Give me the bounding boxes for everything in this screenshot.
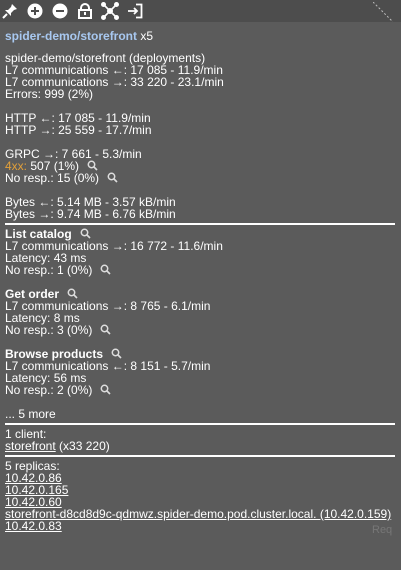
- search-icon[interactable]: [100, 384, 111, 395]
- more-endpoints-link[interactable]: ... 5 more: [5, 408, 397, 420]
- search-icon[interactable]: [67, 288, 78, 299]
- replicas-heading: 5 replicas:: [5, 459, 60, 473]
- divider: [5, 423, 395, 425]
- endpoint-no-resp: No resp.: 3 (0%): [5, 324, 397, 336]
- diagonal-decoration: [373, 2, 393, 22]
- replica-link[interactable]: 10.42.0.165: [5, 484, 397, 496]
- search-icon[interactable]: [107, 172, 118, 183]
- divider: [5, 455, 395, 457]
- replica-link[interactable]: 10.42.0.83: [5, 520, 397, 532]
- divider: [5, 223, 395, 225]
- endpoint-no-resp: No resp.: 1 (0%): [5, 264, 397, 276]
- toolbar: [0, 0, 401, 22]
- exit-icon[interactable]: [126, 2, 144, 20]
- summary-bytes-out: Bytes →: 9.74 MB - 6.76 kB/min: [5, 207, 176, 221]
- zoom-in-icon[interactable]: [26, 2, 44, 20]
- pin-icon[interactable]: [1, 2, 19, 20]
- client-link[interactable]: storefront: [5, 439, 56, 453]
- summary-no-resp: No resp.: 15 (0%): [5, 172, 397, 184]
- search-icon[interactable]: [87, 160, 98, 171]
- client-row: storefront (x33 220): [5, 440, 397, 452]
- service-link[interactable]: spider-demo/storefront: [5, 29, 137, 43]
- client-count: (x33 220): [55, 439, 110, 453]
- replica-link[interactable]: storefront-d8cd8d9c-qdmwz.spider-demo.po…: [5, 508, 397, 520]
- summary-no-resp-text: No resp.: 15 (0%): [5, 171, 100, 185]
- service-multiplier: x5: [140, 29, 154, 43]
- search-icon[interactable]: [100, 324, 111, 335]
- details-panel: spider-demo/storefront x5 spider-demo/st…: [5, 30, 397, 532]
- endpoint-no-resp-text: No resp.: 2 (0%): [5, 383, 93, 397]
- search-icon[interactable]: [80, 228, 91, 239]
- summary-http-out: HTTP →: 25 559 - 17.7/min: [5, 123, 152, 137]
- panel-title: spider-demo/storefront x5: [5, 30, 397, 46]
- lock-icon[interactable]: [76, 2, 94, 20]
- search-icon[interactable]: [100, 264, 111, 275]
- endpoint-no-resp-text: No resp.: 1 (0%): [5, 263, 93, 277]
- summary-errors: Errors: 999 (2%): [5, 87, 94, 101]
- zoom-out-icon[interactable]: [51, 2, 69, 20]
- search-icon[interactable]: [111, 348, 122, 359]
- network-icon[interactable]: [101, 2, 119, 20]
- endpoint-no-resp: No resp.: 2 (0%): [5, 384, 397, 396]
- endpoint-no-resp-text: No resp.: 3 (0%): [5, 323, 93, 337]
